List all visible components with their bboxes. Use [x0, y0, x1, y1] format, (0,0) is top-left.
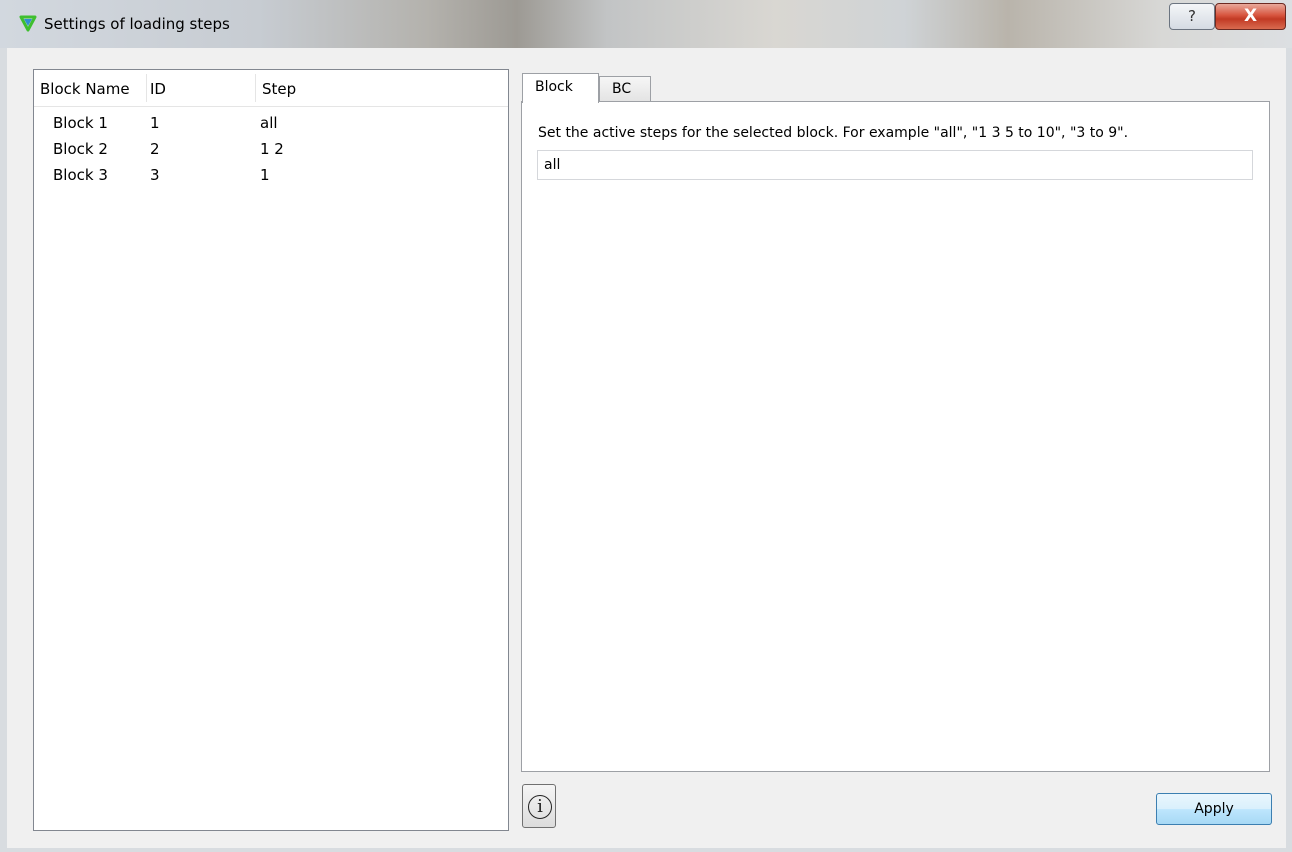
tree-header: Block Name ID Step — [34, 70, 508, 107]
tree-row[interactable]: Block 1 1 all — [34, 114, 508, 136]
block-id-cell: 3 — [150, 166, 160, 184]
close-button[interactable]: X — [1215, 3, 1286, 30]
title-bar[interactable]: Settings of loading steps ? X — [0, 0, 1292, 48]
steps-hint-text: Set the active steps for the selected bl… — [538, 125, 1129, 141]
block-name-cell: Block 3 — [53, 166, 108, 184]
block-tab-panel: Set the active steps for the selected bl… — [521, 101, 1270, 772]
column-header-block-name[interactable]: Block Name — [40, 80, 145, 98]
active-steps-input[interactable] — [537, 150, 1253, 180]
apply-button[interactable]: Apply — [1156, 793, 1272, 825]
block-step-cell: 1 — [260, 166, 270, 184]
column-divider[interactable] — [146, 74, 147, 102]
block-id-cell: 1 — [150, 114, 160, 132]
block-step-cell: all — [260, 114, 278, 132]
tab-block[interactable]: Block — [522, 73, 599, 103]
tree-row[interactable]: Block 2 2 1 2 — [34, 140, 508, 162]
info-icon: i — [528, 795, 552, 819]
info-button[interactable]: i — [522, 784, 556, 828]
app-logo-icon — [19, 15, 37, 32]
tree-row[interactable]: Block 3 3 1 — [34, 166, 508, 188]
column-header-id[interactable]: ID — [150, 80, 166, 98]
window-title: Settings of loading steps — [44, 15, 230, 33]
column-header-step[interactable]: Step — [262, 80, 296, 98]
column-divider[interactable] — [255, 74, 256, 102]
window-frame-bottom — [0, 848, 1292, 852]
window-frame-left — [0, 48, 7, 852]
block-id-cell: 2 — [150, 140, 160, 158]
block-name-cell: Block 1 — [53, 114, 108, 132]
help-button[interactable]: ? — [1169, 3, 1215, 30]
block-tree[interactable]: Block Name ID Step Block 1 1 all Block 2… — [33, 69, 509, 831]
tab-bc[interactable]: BC — [599, 76, 651, 102]
block-step-cell: 1 2 — [260, 140, 284, 158]
window-frame-right — [1286, 48, 1292, 852]
block-name-cell: Block 2 — [53, 140, 108, 158]
